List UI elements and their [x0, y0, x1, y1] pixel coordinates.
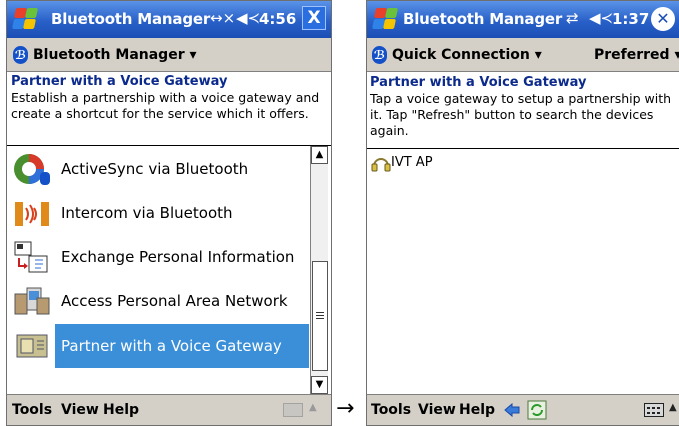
- headset-icon: [371, 158, 391, 172]
- input-selector-arrow-icon[interactable]: ▲: [669, 402, 677, 413]
- connectivity-icon[interactable]: ↔×: [210, 9, 235, 27]
- tools-menu[interactable]: Tools: [371, 402, 411, 418]
- description-header: Partner with a Voice Gateway Establish a…: [7, 72, 331, 146]
- tools-menu[interactable]: Tools: [12, 402, 52, 418]
- list-item-label: ActiveSync via Bluetooth: [61, 160, 249, 178]
- connectivity-icon[interactable]: ⇄: [566, 9, 579, 27]
- header-description: Tap a voice gateway to setup a partnersh…: [370, 91, 672, 138]
- chevron-down-icon: ▾: [534, 47, 542, 63]
- scroll-thumb[interactable]: [312, 261, 328, 371]
- window-title: Bluetooth Manager: [403, 10, 563, 28]
- title-bar: Bluetooth Manager ↔× ◀≺ 4:56 X: [7, 1, 331, 38]
- transition-arrow: →: [336, 396, 355, 421]
- view-menu[interactable]: View: [61, 402, 99, 418]
- clock-time[interactable]: 1:37: [612, 10, 649, 28]
- list-item-selected[interactable]: Partner with a Voice Gateway: [7, 324, 309, 368]
- header-description: Establish a partnership with a voice gat…: [11, 90, 320, 121]
- list-item-label: Access Personal Area Network: [61, 292, 288, 310]
- menu-label: Preferred: [594, 47, 670, 63]
- window-title: Bluetooth Manager: [51, 10, 211, 28]
- arrow-down-icon: ▼: [315, 379, 324, 390]
- bluetooth-manager-menu[interactable]: Bluetooth Manager ▾: [33, 47, 197, 63]
- app-menu-bar: ℬ Bluetooth Manager ▾: [7, 38, 331, 72]
- close-button[interactable]: ✕: [651, 7, 675, 31]
- quick-connection-menu[interactable]: Quick Connection ▾: [392, 47, 542, 63]
- description-header: Partner with a Voice Gateway Tap a voice…: [367, 72, 679, 149]
- close-button[interactable]: X: [302, 6, 326, 30]
- back-arrow-icon[interactable]: [504, 403, 520, 417]
- title-bar: Bluetooth Manager ⇄ ◀≺ 1:37 ✕: [367, 1, 679, 38]
- voice-gateway-icon: [16, 334, 48, 358]
- scroll-down-button[interactable]: ▼: [311, 376, 328, 394]
- speaker-icon[interactable]: ◀≺: [236, 9, 260, 27]
- pan-icon: [14, 287, 50, 315]
- input-selector-arrow-icon[interactable]: ▲: [309, 402, 317, 413]
- list-item[interactable]: ActiveSync via Bluetooth: [7, 148, 309, 190]
- left-screen: Bluetooth Manager ↔× ◀≺ 4:56 X ℬ Bluetoo…: [6, 0, 332, 426]
- list-item-label: Exchange Personal Information: [61, 248, 295, 266]
- speaker-icon[interactable]: ◀≺: [589, 9, 613, 27]
- list-item[interactable]: Intercom via Bluetooth: [7, 192, 309, 234]
- windows-start-icon[interactable]: [371, 7, 399, 31]
- list-item[interactable]: Exchange Personal Information: [7, 236, 309, 278]
- chevron-down-icon: ▾: [674, 47, 679, 63]
- bluetooth-icon: ℬ: [372, 46, 387, 64]
- intercom-icon: [15, 202, 49, 226]
- right-screen: Bluetooth Manager ⇄ ◀≺ 1:37 ✕ ℬ Quick Co…: [366, 0, 679, 426]
- keyboard-icon[interactable]: [644, 403, 664, 417]
- clock-time[interactable]: 4:56: [259, 10, 296, 28]
- header-title: Partner with a Voice Gateway: [11, 74, 228, 89]
- app-menu-bar: ℬ Quick Connection ▾ Preferred ▾: [367, 38, 679, 72]
- menu-label: Quick Connection: [392, 47, 530, 63]
- scroll-up-button[interactable]: ▲: [311, 146, 328, 164]
- list-item-label: Intercom via Bluetooth: [61, 204, 233, 222]
- wizard-list: ActiveSync via Bluetooth Intercom via Bl…: [7, 146, 309, 394]
- list-scrollbar[interactable]: ▲ ▼: [310, 146, 328, 394]
- preferred-menu[interactable]: Preferred ▾: [594, 47, 679, 63]
- help-menu[interactable]: Help: [103, 402, 139, 418]
- windows-start-icon[interactable]: [11, 7, 39, 31]
- header-title: Partner with a Voice Gateway: [370, 75, 587, 90]
- chevron-down-icon: ▾: [189, 47, 197, 63]
- help-menu[interactable]: Help: [459, 402, 495, 418]
- view-menu[interactable]: View: [418, 402, 456, 418]
- activesync-icon: [14, 154, 50, 185]
- list-item-label: Partner with a Voice Gateway: [55, 324, 309, 368]
- menu-title: Bluetooth Manager: [33, 47, 185, 63]
- keyboard-icon[interactable]: [283, 403, 303, 417]
- bottom-menu-bar: Tools View Help ▲: [367, 394, 679, 425]
- arrow-up-icon: ▲: [315, 149, 324, 160]
- list-item[interactable]: Access Personal Area Network: [7, 280, 309, 322]
- bottom-menu-bar: Tools View Help ▲: [7, 394, 331, 425]
- refresh-icon[interactable]: [527, 400, 547, 420]
- exchange-icon: [14, 241, 48, 273]
- bluetooth-icon: ℬ: [13, 46, 28, 64]
- device-name: IVT AP: [391, 155, 433, 170]
